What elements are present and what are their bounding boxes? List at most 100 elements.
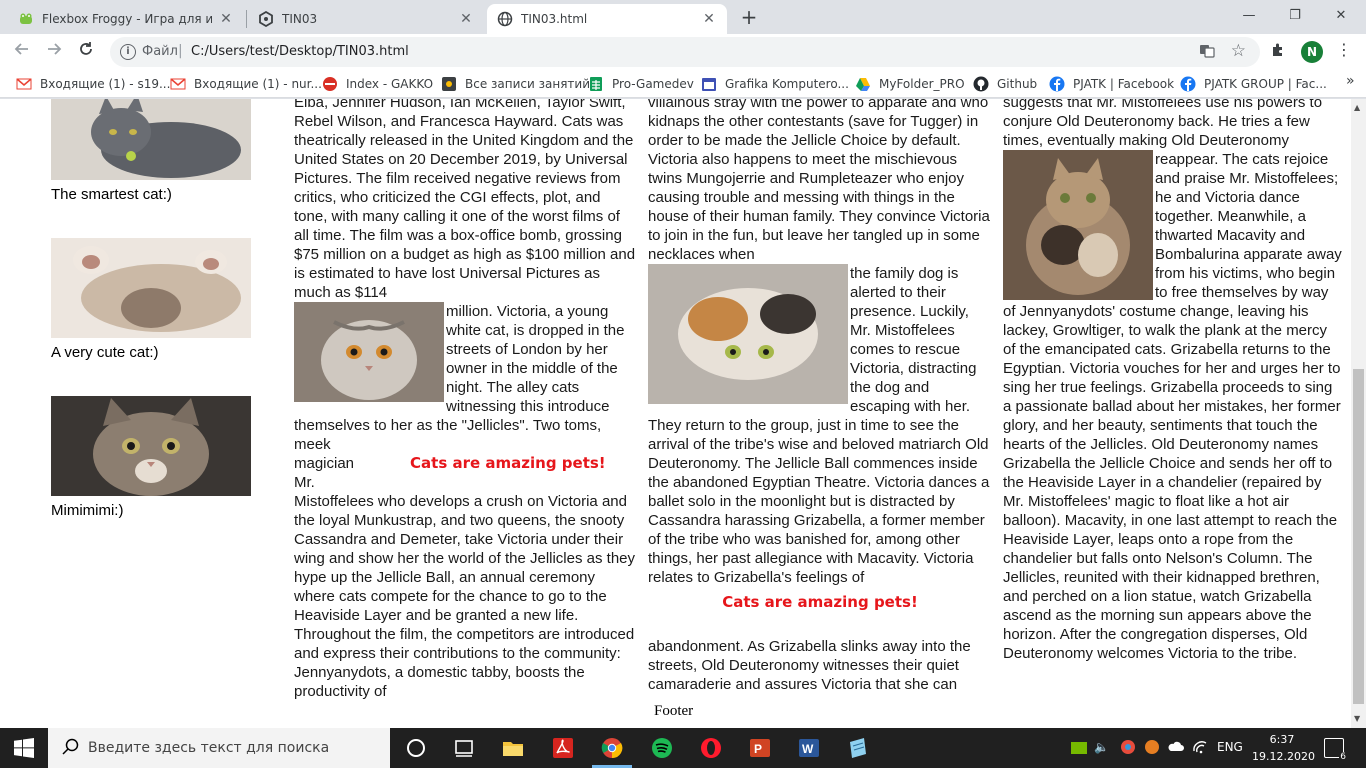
bookmark-item[interactable]: Все записи занятий xyxy=(441,75,590,93)
language-indicator[interactable]: ENG xyxy=(1217,740,1243,754)
speaker-icon[interactable]: 🔈 xyxy=(1094,740,1109,754)
hexagon-icon xyxy=(259,11,273,27)
action-center-icon[interactable]: 6 xyxy=(1324,738,1347,762)
bookmarks-overflow-icon[interactable]: » xyxy=(1346,73,1355,89)
url-text[interactable]: C:/Users/test/Desktop/TIN03.html xyxy=(191,44,409,59)
calico-cat-image xyxy=(1003,150,1153,300)
acrobat-icon[interactable] xyxy=(551,736,575,760)
file-scheme-label: Файл xyxy=(142,44,178,59)
clock-time: 6:37 xyxy=(1269,733,1295,746)
bookmark-item[interactable]: Grafika Komputero... xyxy=(701,75,849,93)
wifi-icon[interactable] xyxy=(1192,739,1208,755)
close-tab-icon[interactable]: ✕ xyxy=(458,11,474,27)
taskbar-clock[interactable]: 6:37 19.12.2020 xyxy=(1252,731,1315,765)
gakko-icon xyxy=(323,77,337,91)
scrollbar-thumb[interactable] xyxy=(1353,369,1364,704)
article-paragraph: abandonment. As Grizabella slinks away i… xyxy=(648,638,971,693)
browser-toolbar: i Файл | C:/Users/test/Desktop/TIN03.htm… xyxy=(0,34,1366,70)
app-tray-icon[interactable] xyxy=(1144,739,1160,755)
tab-tin03-html[interactable]: TIN03.html ✕ xyxy=(487,4,727,34)
github-icon xyxy=(973,76,989,92)
forward-arrow-icon xyxy=(48,43,62,55)
shield-tray-icon[interactable] xyxy=(1120,739,1136,755)
bookmarks-bar: Входящие (1) - s19... Входящие (1) - nur… xyxy=(0,70,1366,98)
tab-tin03[interactable]: TIN03 ✕ xyxy=(248,4,484,34)
back-button[interactable] xyxy=(10,40,34,64)
bookmark-item[interactable]: Входящие (1) - s19... xyxy=(16,75,170,93)
tab-flexbox-froggy[interactable]: Flexbox Froggy - Игра для изуче ✕ xyxy=(8,4,244,34)
svg-text:W: W xyxy=(802,742,814,756)
bookmark-item[interactable]: Index - GAKKO xyxy=(322,75,433,93)
search-placeholder: Введите здесь текст для поиска xyxy=(88,740,330,756)
windows-start-icon[interactable] xyxy=(14,738,34,758)
new-tab-button[interactable]: + xyxy=(738,6,760,28)
word-icon[interactable]: W xyxy=(797,736,821,760)
svg-text:P: P xyxy=(754,742,762,756)
minimize-button[interactable]: — xyxy=(1226,4,1272,28)
opera-icon[interactable] xyxy=(699,736,723,760)
cat-caption: The smartest cat:) xyxy=(51,186,172,203)
notepad-icon[interactable] xyxy=(846,736,870,760)
bookmark-item[interactable]: Pro-Gamedev xyxy=(588,75,694,93)
windows-taskbar: Введите здесь текст для поиска P W 🔈 ENG… xyxy=(0,728,1366,768)
restore-button[interactable]: ❐ xyxy=(1272,4,1318,28)
nvidia-icon[interactable] xyxy=(1070,739,1088,757)
task-view-icon[interactable] xyxy=(452,736,476,760)
file-explorer-icon[interactable] xyxy=(501,736,525,760)
article-column-2: villainous stray with the power to appar… xyxy=(648,99,992,694)
site-info-icon[interactable]: i xyxy=(120,44,136,60)
article-word: magician xyxy=(294,455,355,472)
article-column-1: Elba, Jennifer Hudson, Ian McKellen, Tay… xyxy=(294,99,638,701)
tab-strip: Flexbox Froggy - Игра для изуче ✕ TIN03 … xyxy=(0,0,1366,34)
address-bar[interactable]: i Файл | C:/Users/test/Desktop/TIN03.htm… xyxy=(110,37,1260,67)
tab-divider xyxy=(246,10,247,28)
taskbar-search-box[interactable]: Введите здесь текст для поиска xyxy=(48,728,390,768)
cat-caption: Mimimimi:) xyxy=(51,502,124,519)
close-tab-icon[interactable]: ✕ xyxy=(701,11,717,27)
article-paragraph: villainous stray with the power to appar… xyxy=(648,99,990,263)
scroll-up-arrow-icon[interactable]: ▲ xyxy=(1354,103,1360,112)
calendar-icon xyxy=(702,78,716,91)
powerpoint-icon[interactable]: P xyxy=(748,736,772,760)
close-tab-icon[interactable]: ✕ xyxy=(218,11,234,27)
profile-avatar[interactable]: N xyxy=(1301,41,1323,63)
bookmark-star-icon[interactable]: ☆ xyxy=(1231,41,1246,61)
scottish-fold-cat-image xyxy=(294,302,444,402)
scroll-down-arrow-icon[interactable]: ▼ xyxy=(1354,714,1360,723)
bookmark-label: PJATK GROUP | Fac... xyxy=(1204,77,1327,91)
chrome-icon[interactable] xyxy=(600,736,624,760)
bookmark-item[interactable]: Github xyxy=(973,75,1037,93)
drive-icon xyxy=(856,78,870,91)
cat-figure: A very cute cat:) xyxy=(51,238,251,361)
cat-figure: The smartest cat:) xyxy=(51,99,251,203)
clock-date: 19.12.2020 xyxy=(1252,750,1315,763)
pets-tagline: Cats are amazing pets! xyxy=(410,454,606,472)
cortana-icon[interactable] xyxy=(404,736,428,760)
bookmark-label: MyFolder_PRO xyxy=(879,77,965,91)
globe-icon xyxy=(497,11,513,27)
translate-icon[interactable] xyxy=(1198,43,1216,61)
back-arrow-icon xyxy=(14,43,28,55)
close-window-button[interactable]: ✕ xyxy=(1318,4,1364,28)
spotify-icon[interactable] xyxy=(650,736,674,760)
extensions-puzzle-icon[interactable] xyxy=(1270,42,1286,62)
bookmark-item[interactable]: MyFolder_PRO xyxy=(855,75,965,93)
gmail-icon xyxy=(170,78,186,90)
bookmark-item[interactable]: Входящие (1) - nur... xyxy=(170,75,322,93)
pets-tagline: Cats are amazing pets! xyxy=(722,593,918,611)
reload-button[interactable] xyxy=(74,40,98,64)
bookmark-item[interactable]: PJATK GROUP | Fac... xyxy=(1180,75,1327,93)
gmail-icon xyxy=(16,78,32,90)
reload-icon xyxy=(80,42,92,55)
page-footer: Footer xyxy=(654,703,694,719)
article-paragraph: suggests that Mr. Mistoffelees use his p… xyxy=(1003,99,1323,149)
bookmark-item[interactable]: PJATK | Facebook xyxy=(1049,75,1174,93)
more-menu-icon[interactable]: ⋮ xyxy=(1336,40,1352,59)
sheets-icon xyxy=(590,77,602,91)
article-column-3: suggests that Mr. Mistoffelees use his p… xyxy=(1003,99,1343,663)
forward-button[interactable] xyxy=(42,40,66,64)
notification-count: 6 xyxy=(1339,752,1347,762)
page-scrollbar[interactable]: ▲ ▼ xyxy=(1351,99,1366,728)
onedrive-icon[interactable] xyxy=(1168,739,1184,755)
bookmark-label: Все записи занятий xyxy=(465,77,591,91)
